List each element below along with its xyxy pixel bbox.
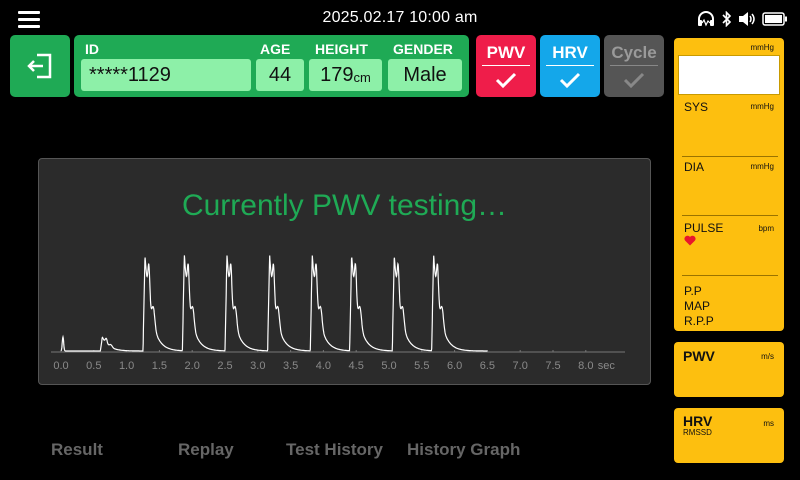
bp-display bbox=[678, 55, 780, 95]
pp-label: P.P bbox=[684, 284, 702, 298]
pwv-result-label: PWV bbox=[683, 348, 715, 364]
patient-info-panel: ID AGE HEIGHT GENDER *****1129 44 179 cm … bbox=[74, 35, 469, 97]
x-tick-label: 5.5 bbox=[414, 360, 429, 372]
tab-result[interactable]: Result bbox=[51, 440, 103, 460]
pwv-result-panel: PWV m/s bbox=[674, 342, 784, 397]
height-unit: cm bbox=[353, 70, 371, 85]
map-label: MAP bbox=[684, 299, 711, 313]
exit-button[interactable] bbox=[10, 35, 70, 97]
logout-icon bbox=[27, 53, 52, 79]
cycle-mode-toggle[interactable]: Cycle bbox=[604, 35, 664, 97]
height-label: HEIGHT bbox=[315, 41, 368, 57]
age-field[interactable]: 44 bbox=[256, 59, 304, 91]
x-tick-label: 3.5 bbox=[283, 360, 298, 372]
x-tick-label: 6.5 bbox=[480, 360, 495, 372]
x-tick-label: 4.0 bbox=[316, 360, 331, 372]
pwv-mode-toggle[interactable]: PWV bbox=[476, 35, 536, 97]
x-tick-label: 2.5 bbox=[217, 360, 232, 372]
pwv-mode-label: PWV bbox=[486, 43, 526, 62]
rpp-label: R.P.P bbox=[684, 314, 714, 328]
check-icon bbox=[495, 72, 517, 89]
x-tick-label: 7.5 bbox=[545, 360, 560, 372]
x-tick-label: 7.0 bbox=[513, 360, 528, 372]
id-value: *****1129 bbox=[89, 63, 171, 86]
pwv-result-unit: m/s bbox=[761, 352, 774, 361]
x-tick-label: 2.0 bbox=[185, 360, 200, 372]
age-value: 44 bbox=[268, 63, 292, 86]
sys-unit: mmHg bbox=[750, 102, 774, 111]
heart-icon bbox=[684, 235, 696, 246]
hrv-mode-toggle[interactable]: HRV bbox=[540, 35, 600, 97]
bluetooth-icon bbox=[722, 11, 732, 27]
pulse-label: PULSE bbox=[684, 221, 724, 235]
dia-unit: mmHg bbox=[750, 162, 774, 171]
id-label: ID bbox=[85, 41, 99, 57]
cycle-mode-label: Cycle bbox=[611, 43, 657, 62]
x-tick-label: 1.0 bbox=[119, 360, 134, 372]
pulse-unit: bpm bbox=[758, 224, 774, 233]
testing-status-message: Currently PWV testing… bbox=[181, 189, 508, 222]
age-label: AGE bbox=[260, 41, 291, 57]
check-icon bbox=[623, 72, 645, 89]
x-tick-label: 3.0 bbox=[250, 360, 265, 372]
x-tick-label: 1.5 bbox=[152, 360, 167, 372]
bp-unit-top: mmHg bbox=[750, 43, 774, 52]
hrv-result-sublabel: RMSSD bbox=[683, 428, 712, 437]
blood-pressure-panel: mmHg SYS mmHg DIA mmHg PULSE bpm P.P MAP… bbox=[674, 38, 784, 331]
height-value: 179 bbox=[320, 63, 354, 86]
gender-field[interactable]: Male bbox=[388, 59, 462, 91]
x-tick-label: 6.0 bbox=[447, 360, 462, 372]
status-icons bbox=[696, 9, 788, 29]
datetime: 2025.02.17 10:00 am bbox=[322, 9, 478, 26]
pulse-wave-trace bbox=[60, 255, 488, 352]
tab-test-history[interactable]: Test History bbox=[286, 440, 383, 460]
height-field[interactable]: 179 cm bbox=[309, 59, 382, 91]
x-tick-label: 8.0 bbox=[578, 360, 593, 372]
pulse-wave-chart: 0.0 0.5 1.0 1.5 2.0 2.5 3.0 3.5 4.0 4.5 5.0 5.5 6.0 6… bbox=[38, 158, 651, 385]
hrv-result-panel: HRV RMSSD ms bbox=[674, 408, 784, 463]
volume-icon bbox=[739, 12, 755, 26]
x-tick-label: 0.5 bbox=[86, 360, 101, 372]
battery-icon bbox=[762, 12, 787, 26]
x-tick-label: 5.0 bbox=[381, 360, 396, 372]
x-tick-label: 4.5 bbox=[349, 360, 364, 372]
tab-replay[interactable]: Replay bbox=[178, 440, 234, 460]
x-axis-unit: sec bbox=[598, 360, 616, 372]
tab-history-graph[interactable]: History Graph bbox=[407, 440, 520, 460]
x-tick-label: 0.0 bbox=[53, 360, 68, 372]
headphones-icon bbox=[698, 11, 714, 27]
id-field[interactable]: *****1129 bbox=[81, 59, 251, 91]
gender-label: GENDER bbox=[393, 41, 453, 57]
check-icon bbox=[559, 72, 581, 89]
hrv-result-unit: ms bbox=[763, 419, 774, 428]
sys-label: SYS bbox=[684, 100, 709, 114]
gender-value: Male bbox=[403, 63, 447, 86]
hrv-mode-label: HRV bbox=[552, 43, 588, 62]
dia-label: DIA bbox=[684, 160, 705, 174]
hrv-result-label: HRV bbox=[683, 413, 713, 429]
